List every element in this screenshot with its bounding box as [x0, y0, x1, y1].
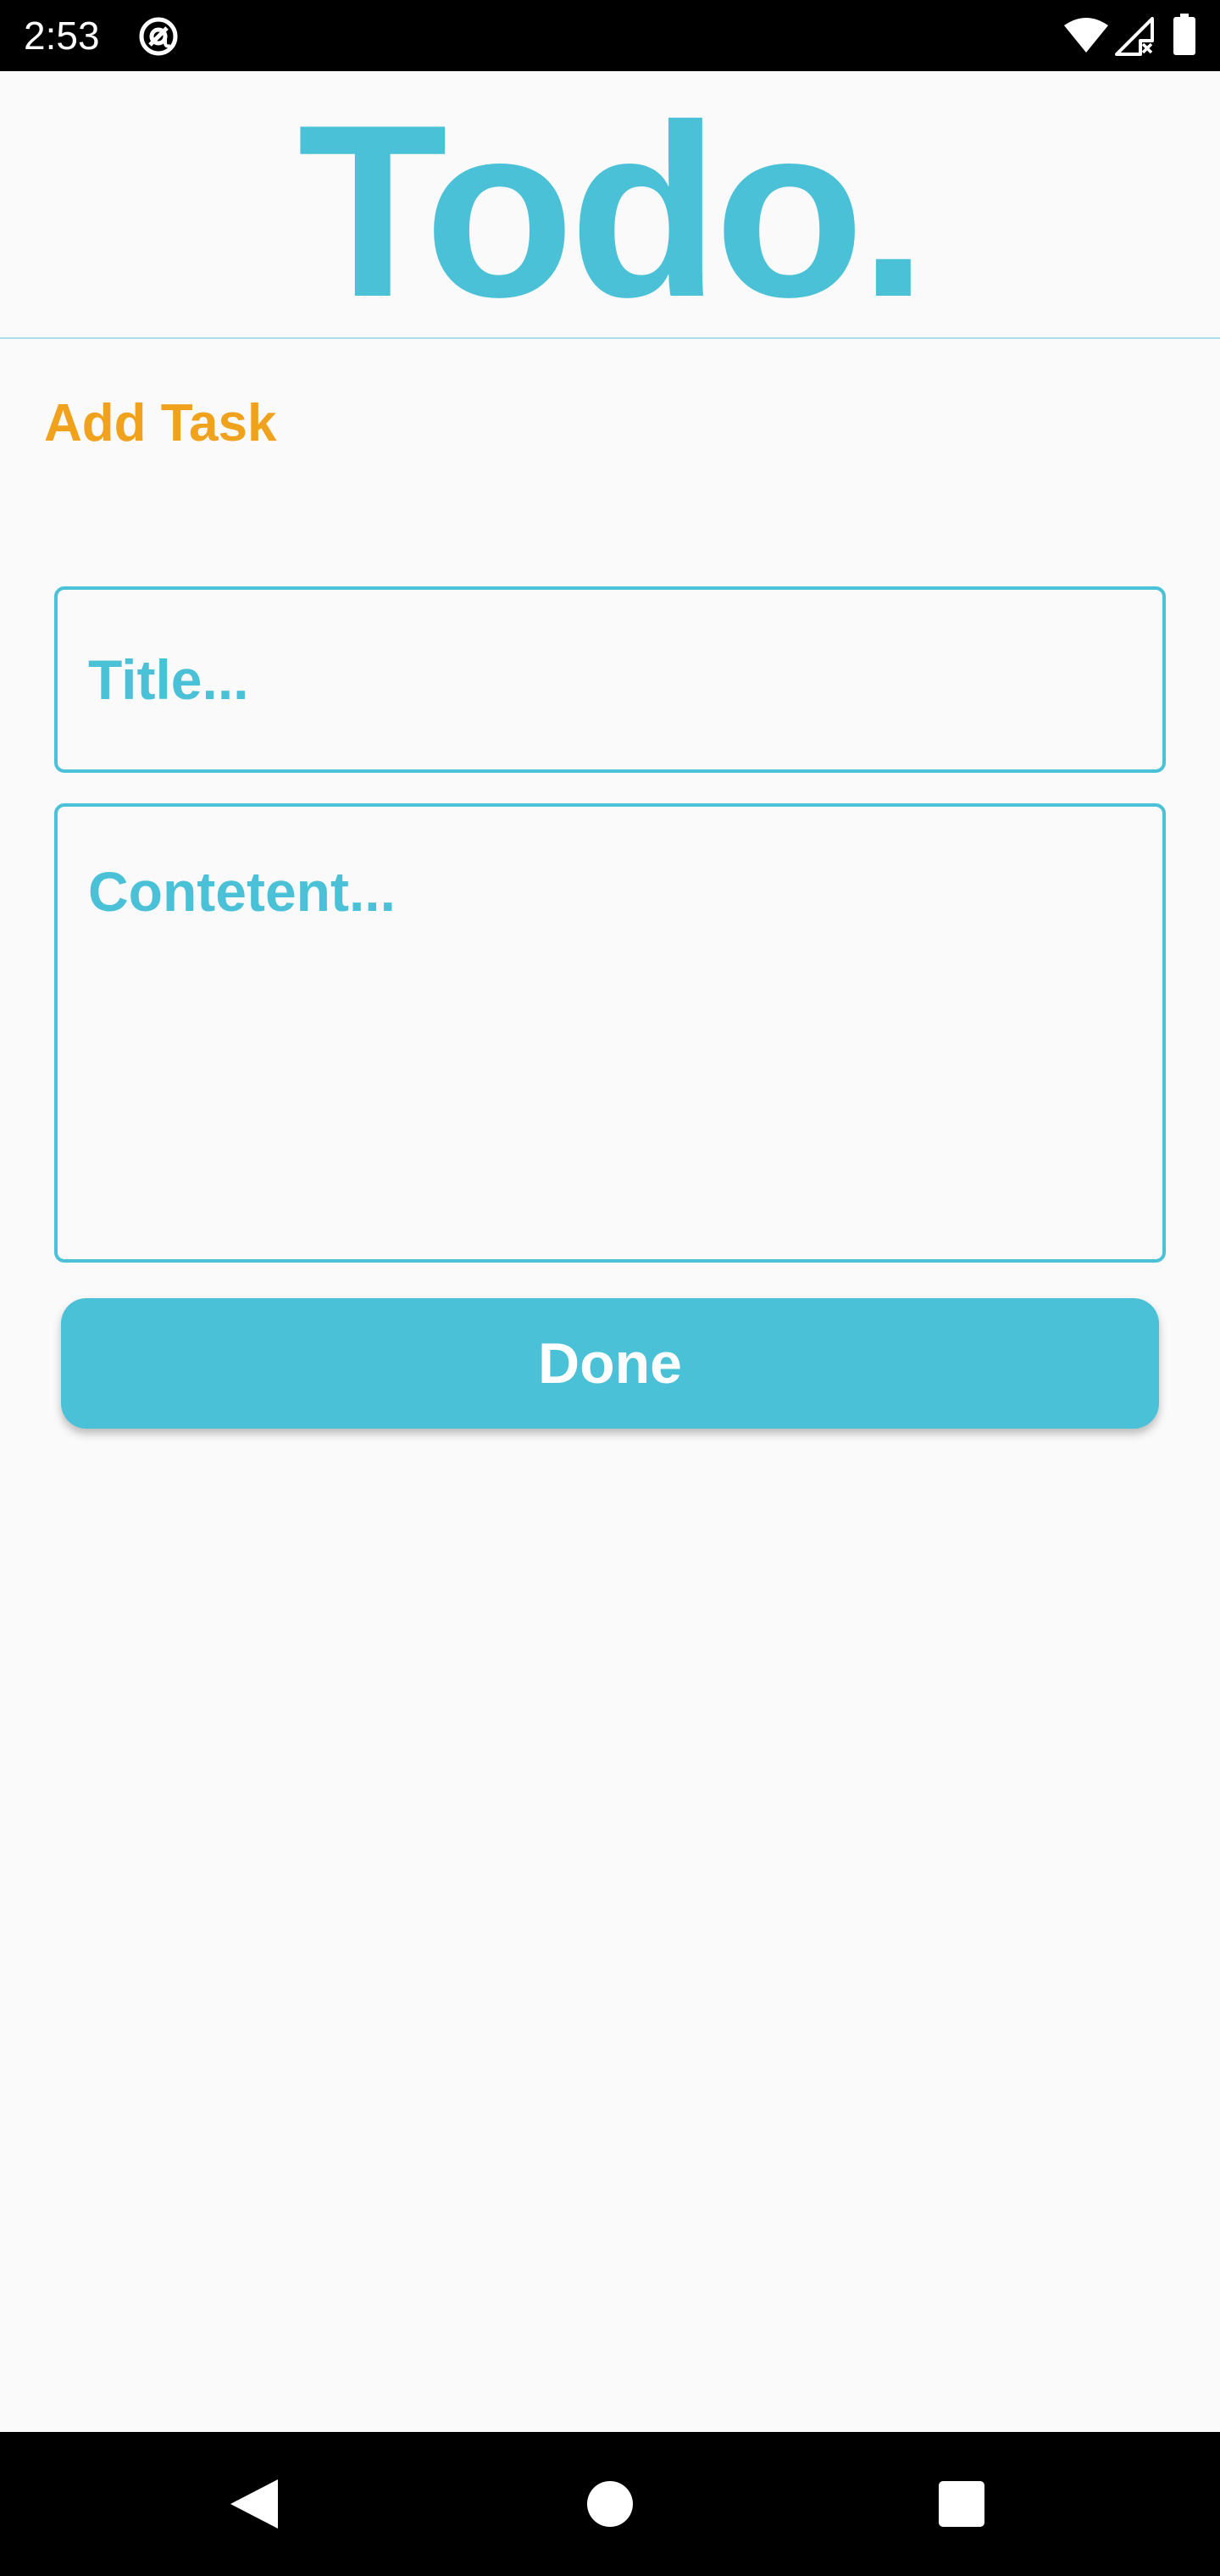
- app-title: Todo.: [297, 74, 928, 348]
- battery-icon: [1173, 14, 1195, 55]
- recents-square-icon[interactable]: [939, 2481, 984, 2527]
- content-input[interactable]: [54, 803, 1166, 1263]
- app-header: Todo.: [0, 71, 1220, 339]
- at-sign-icon: [139, 17, 178, 56]
- status-bar: 2:53: [0, 0, 1220, 71]
- done-button[interactable]: Done: [61, 1298, 1159, 1429]
- home-circle-icon[interactable]: [587, 2481, 633, 2527]
- navigation-bar: [0, 2432, 1220, 2576]
- title-input[interactable]: [54, 586, 1166, 773]
- wifi-icon: [1064, 18, 1108, 53]
- back-triangle-icon[interactable]: [229, 2478, 280, 2530]
- add-task-screen: 2:53 Todo. Add Task Done: [0, 0, 1220, 2576]
- status-time: 2:53: [24, 14, 100, 58]
- add-task-heading: Add Task: [44, 394, 277, 452]
- cell-signal-no-service-icon: [1115, 17, 1154, 56]
